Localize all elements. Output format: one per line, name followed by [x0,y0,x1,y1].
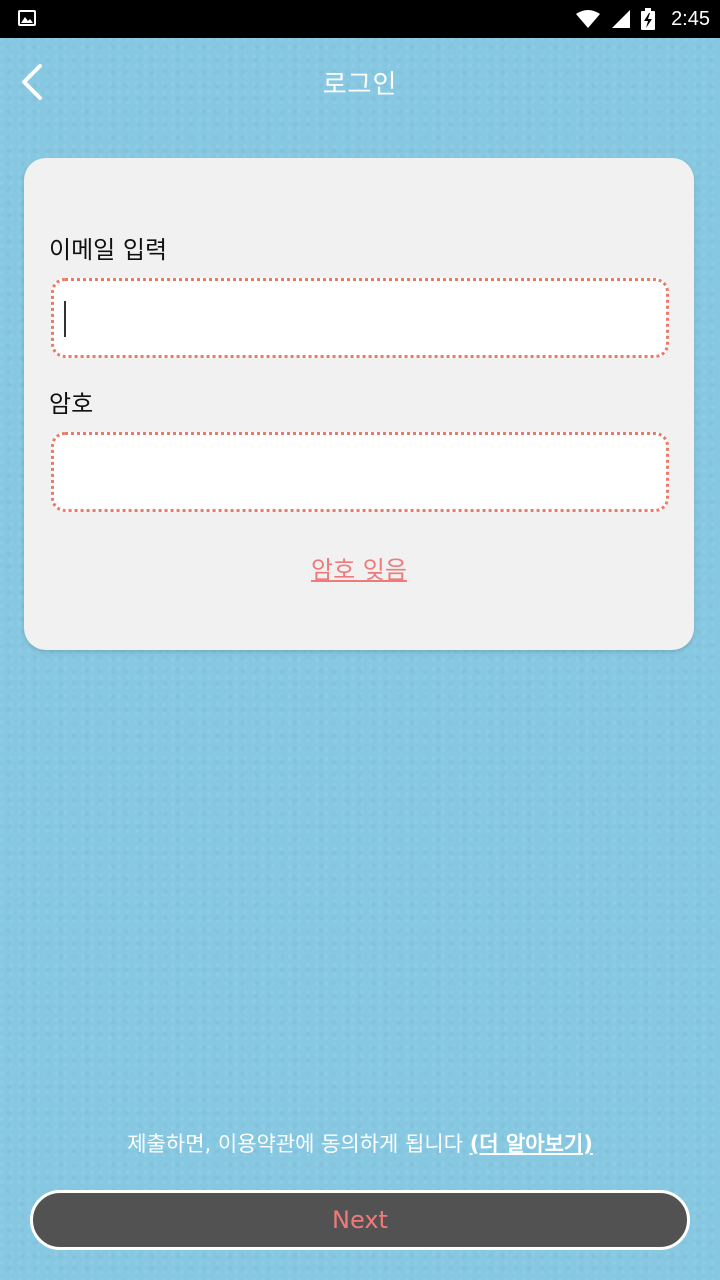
status-bar: 2:45 [0,0,720,38]
gallery-icon [18,10,36,26]
status-icons: 2:45 [575,0,710,38]
password-field[interactable] [64,447,656,497]
password-field-box[interactable] [51,432,669,512]
email-field[interactable] [64,293,656,343]
signal-icon [612,10,631,28]
text-caret [64,301,66,337]
learn-more-link[interactable]: (더 알아보기) [470,1132,593,1156]
password-label: 암호 [49,390,94,418]
email-label: 이메일 입력 [49,236,168,264]
email-field-box[interactable] [51,278,669,358]
terms-notice: 제출하면, 이용약관에 동의하게 됩니다 (더 알아보기) [0,1128,720,1158]
forgot-password-link[interactable]: 암호 잊음 [24,550,694,585]
battery-charging-icon [641,8,656,30]
terms-text: 제출하면, 이용약관에 동의하게 됩니다 [127,1132,464,1156]
page-title: 로그인 [322,70,398,100]
login-card: 이메일 입력 암호 암호 잊음 [24,158,694,650]
app-bar: 로그인 [0,38,720,126]
next-button[interactable]: Next [30,1190,690,1250]
next-button-label: Next [332,1206,388,1234]
status-time: 2:45 [671,7,710,30]
wifi-icon [576,10,601,28]
